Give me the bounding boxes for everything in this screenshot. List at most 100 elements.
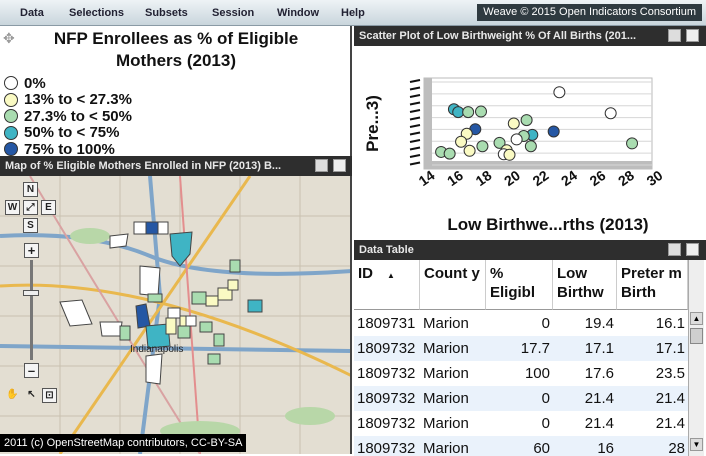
table-cell: 21.4: [584, 415, 614, 432]
table-panel-title: Data Table: [359, 244, 414, 256]
legend-item-label: 75% to 100%: [24, 140, 115, 158]
x-tick-label: 26: [587, 167, 609, 189]
column-header-low-birthweight[interactable]: Low Birthw: [553, 260, 617, 310]
menu-bar: Data Selections Subsets Session Window H…: [0, 0, 706, 26]
table-cell: 60: [533, 440, 550, 456]
y-tick-label: [409, 146, 421, 151]
legend-item[interactable]: 0%: [4, 74, 46, 92]
zoom-extent-icon[interactable]: ⤢: [23, 200, 38, 215]
scatter-point: [503, 148, 516, 161]
y-tick-label: [409, 116, 421, 121]
menu-selections[interactable]: Selections: [69, 7, 124, 19]
brand-label: Weave © 2015 Open Indicators Consortium: [477, 4, 702, 21]
map-panel-header[interactable]: Map of % Eligible Mothers Enrolled in NF…: [0, 156, 352, 176]
hand-tool-icon[interactable]: ✋: [5, 388, 20, 403]
zoom-box-tool-icon[interactable]: ⊡: [42, 388, 57, 403]
table-cell: 1809732: [357, 390, 416, 407]
pan-north-button[interactable]: N: [23, 182, 38, 197]
y-tick-label: [409, 101, 421, 106]
maximize-button[interactable]: [333, 159, 346, 172]
scatter-panel-header[interactable]: Scatter Plot of Low Birthweight % Of All…: [354, 26, 706, 46]
column-header-eligible[interactable]: % Eligibl: [486, 260, 553, 310]
table-cell: 0: [541, 390, 550, 407]
legend-item[interactable]: 27.3% to < 50%: [4, 107, 132, 125]
minimize-button[interactable]: [315, 159, 328, 172]
zoom-slider-handle[interactable]: [23, 290, 39, 296]
table-cell: 17.1: [655, 340, 685, 357]
table-panel-header[interactable]: Data Table: [354, 240, 706, 260]
scatter-point: [547, 125, 560, 138]
table-cell: 16: [597, 440, 614, 456]
map-attribution: 2011 (c) OpenStreetMap contributors, CC-…: [0, 434, 247, 452]
legend-item-label: 13% to < 27.3%: [24, 91, 132, 108]
x-tick-label: 28: [615, 167, 637, 189]
y-tick-label: [409, 139, 421, 143]
map-view[interactable]: Indianapolis N W ⤢ E S + – ✋ ↖ ⊡ 2011 (c…: [0, 176, 352, 454]
menu-subsets[interactable]: Subsets: [145, 7, 188, 19]
table-cell: Marion: [423, 440, 469, 456]
table-cell: 28: [668, 440, 685, 456]
table-cell: 1809732: [357, 415, 416, 432]
scatter-point: [553, 86, 566, 99]
scroll-thumb[interactable]: [690, 328, 703, 344]
legend-item-label: 0%: [24, 74, 46, 92]
x-tick-label: 20: [501, 167, 523, 189]
scatter-svg: 14 16 18 20 22 24 26 28 30 Low Birthwe...rths (20…: [363, 77, 666, 234]
y-axis-label: Pre...3): [363, 95, 382, 152]
table-cell: Marion: [423, 390, 469, 407]
scatter-point: [463, 144, 476, 157]
y-tick-label: [409, 94, 421, 98]
menu-session[interactable]: Session: [212, 7, 254, 19]
minimize-button[interactable]: [668, 243, 681, 256]
y-tick-label: [409, 124, 421, 128]
legend-item[interactable]: 13% to < 27.3%: [4, 91, 132, 108]
scatter-point: [626, 137, 639, 150]
x-tick-label: 24: [558, 167, 580, 189]
menu-data[interactable]: Data: [20, 7, 44, 19]
pointer-tool-icon[interactable]: ↖: [24, 388, 39, 403]
scatter-point: [507, 117, 520, 130]
scatter-plot[interactable]: 14 16 18 20 22 24 26 28 30 Low Birthwe...rths (20…: [354, 46, 706, 237]
table-cell: 100: [524, 365, 550, 382]
data-table[interactable]: ID ▲ Count y % Eligibl Low Birthw Preter …: [354, 260, 688, 456]
maximize-button[interactable]: [686, 29, 699, 42]
x-tick-label: 14: [416, 167, 438, 189]
column-header-county[interactable]: Count y: [420, 260, 486, 310]
scroll-up-icon[interactable]: ▲: [690, 312, 703, 325]
scroll-down-icon[interactable]: ▼: [690, 438, 703, 451]
y-tick-label: [409, 154, 421, 158]
minimize-button[interactable]: [668, 29, 681, 42]
legend-item[interactable]: 75% to 100%: [4, 140, 115, 158]
pan-south-button[interactable]: S: [23, 218, 38, 233]
pan-east-button[interactable]: E: [41, 200, 56, 215]
legend-item[interactable]: 50% to < 75%: [4, 124, 119, 141]
zoom-out-button[interactable]: –: [24, 363, 39, 378]
legend-swatch-icon: [4, 142, 18, 156]
column-header-preterm-birth[interactable]: Preter m Birth: [617, 260, 688, 310]
y-tick-label: [409, 86, 421, 91]
y-axis-bar: [424, 78, 432, 169]
scatter-point: [475, 105, 487, 118]
legend-item-label: 27.3% to < 50%: [24, 107, 132, 125]
menu-help[interactable]: Help: [341, 7, 365, 19]
map-panel-title: Map of % Eligible Mothers Enrolled in NF…: [5, 160, 282, 172]
table-cell: 0: [541, 315, 550, 332]
column-header-id[interactable]: ID ▲: [354, 260, 420, 310]
zoom-in-button[interactable]: +: [24, 243, 39, 258]
menu-window[interactable]: Window: [277, 7, 319, 19]
map-city-label: Indianapolis: [130, 344, 183, 355]
table-cell: 0: [541, 415, 550, 432]
zoom-slider-track[interactable]: [30, 260, 33, 360]
table-cell: 21.4: [655, 390, 685, 407]
scatter-point: [443, 147, 456, 160]
maximize-button[interactable]: [686, 243, 699, 256]
scatter-point: [476, 140, 489, 153]
scatter-point: [452, 106, 465, 119]
table-cell: 21.4: [584, 390, 614, 407]
legend-title-line1: NFP Enrollees as % of Eligible: [53, 29, 299, 48]
table-cell: Marion: [423, 340, 469, 357]
pan-west-button[interactable]: W: [5, 200, 20, 215]
table-scrollbar[interactable]: ▲ ▼: [688, 260, 704, 456]
scatter-point: [604, 107, 617, 120]
table-cell: 1809732: [357, 440, 416, 456]
